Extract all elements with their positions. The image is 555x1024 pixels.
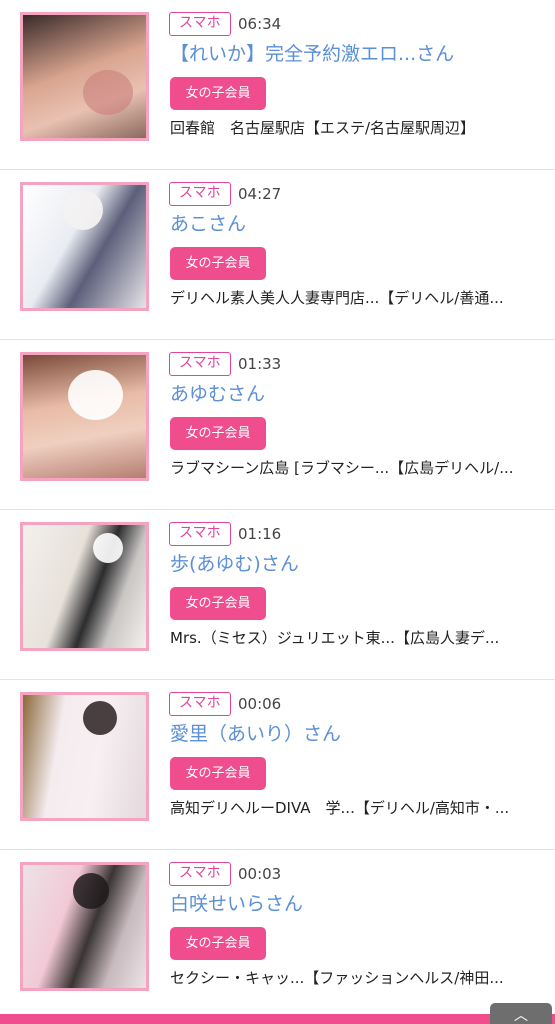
thumbnail-image[interactable] [20, 12, 149, 141]
device-badge: スマホ [169, 692, 231, 716]
device-badge: スマホ [169, 862, 231, 886]
girl-name-link[interactable]: あゆむさん [170, 381, 265, 407]
member-button[interactable]: 女の子会員 [170, 587, 266, 620]
post-list: スマホ 06:34 【れいか】完全予約激エロ...さん 女の子会員 回春館 名古… [0, 0, 555, 1024]
shop-info: デリヘル素人美人人妻専門店...【デリヘル/善通... [170, 289, 504, 307]
post-time: 06:34 [238, 15, 282, 33]
girl-name-link[interactable]: 歩(あゆむ)さん [170, 551, 299, 577]
member-button[interactable]: 女の子会員 [170, 927, 266, 960]
girl-name-link[interactable]: あこさん [170, 211, 246, 237]
girl-name-link[interactable]: 白咲せいらさん [170, 891, 303, 917]
girl-name-link[interactable]: 【れいか】完全予約激エロ...さん [170, 41, 454, 67]
device-badge: スマホ [169, 12, 231, 36]
member-button[interactable]: 女の子会員 [170, 417, 266, 450]
device-badge: スマホ [169, 522, 231, 546]
device-badge: スマホ [169, 182, 231, 206]
bottom-bar [0, 1014, 555, 1024]
post-time: 00:03 [238, 865, 282, 883]
post-time: 04:27 [238, 185, 282, 203]
thumbnail-image[interactable] [20, 522, 149, 651]
post-time: 01:16 [238, 525, 282, 543]
list-item[interactable]: スマホ 01:33 あゆむさん 女の子会員 ラブマシーン広島 [ラブマシー...… [0, 340, 555, 510]
thumbnail-image[interactable] [20, 862, 149, 991]
device-badge: スマホ [169, 352, 231, 376]
shop-info: ラブマシーン広島 [ラブマシー...【広島デリヘル/... [170, 459, 514, 477]
thumbnail-image[interactable] [20, 352, 149, 481]
chevron-up-icon: ︿ [514, 1008, 528, 1024]
shop-info: 回春館 名古屋駅店【エステ/名古屋駅周辺】 [170, 119, 476, 137]
shop-info: 高知デリヘルーDIVA 学...【デリヘル/高知市・... [170, 799, 510, 817]
shop-info: セクシー・キャッ...【ファッションヘルス/神田... [170, 969, 504, 987]
list-item[interactable]: スマホ 06:34 【れいか】完全予約激エロ...さん 女の子会員 回春館 名古… [0, 0, 555, 170]
list-item[interactable]: スマホ 00:03 白咲せいらさん 女の子会員 セクシー・キャッ...【ファッシ… [0, 850, 555, 1020]
scroll-top-button[interactable]: ︿ [490, 1003, 552, 1024]
list-item[interactable]: スマホ 04:27 あこさん 女の子会員 デリヘル素人美人人妻専門店...【デリ… [0, 170, 555, 340]
list-item[interactable]: スマホ 00:06 愛里（あいり）さん 女の子会員 高知デリヘルーDIVA 学.… [0, 680, 555, 850]
thumbnail-image[interactable] [20, 182, 149, 311]
girl-name-link[interactable]: 愛里（あいり）さん [170, 721, 341, 747]
thumbnail-image[interactable] [20, 692, 149, 821]
member-button[interactable]: 女の子会員 [170, 77, 266, 110]
post-time: 00:06 [238, 695, 282, 713]
shop-info: Mrs.（ミセス）ジュリエット東...【広島人妻デ... [170, 629, 500, 647]
member-button[interactable]: 女の子会員 [170, 757, 266, 790]
list-item[interactable]: スマホ 01:16 歩(あゆむ)さん 女の子会員 Mrs.（ミセス）ジュリエット… [0, 510, 555, 680]
post-time: 01:33 [238, 355, 282, 373]
member-button[interactable]: 女の子会員 [170, 247, 266, 280]
